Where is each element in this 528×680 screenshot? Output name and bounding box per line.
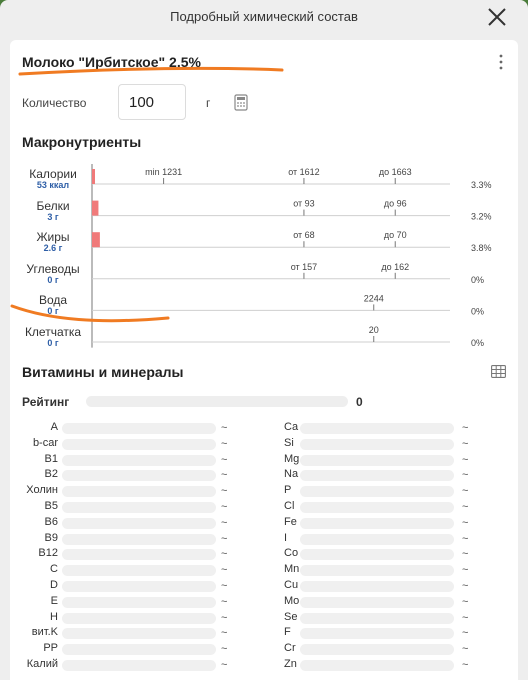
nutrient-value: ~ <box>462 580 469 592</box>
nutrient-value: ~ <box>462 453 469 466</box>
nutrient-row: Cr ~ <box>10 642 518 658</box>
nutrient-bar <box>300 565 454 577</box>
nutrient-value: ~ <box>462 659 469 671</box>
nutrient-value: ~ <box>462 485 469 498</box>
vitamins-title: Витамины и минералы <box>22 364 184 380</box>
macros-svg: min 1231 от 1612 до 1663 3.3% от 93 до 96 3.2%… <box>91 164 492 348</box>
macro-percent: 0% <box>471 338 484 348</box>
nutrient-value: ~ <box>462 422 469 434</box>
nutrient-bar <box>300 423 454 434</box>
macro-marker-label: до 70 <box>384 230 407 240</box>
nutrient-bar <box>300 438 454 450</box>
nutrient-value: ~ <box>462 564 469 577</box>
nutrition-modal: Подробный химический состав Молоко "Ирби… <box>0 0 528 680</box>
nutrient-value: ~ <box>462 611 469 624</box>
nutrient-bar <box>300 533 454 545</box>
nutrient-row: Cu ~ <box>10 579 518 595</box>
nutrient-value: ~ <box>462 627 469 640</box>
nutrient-row: Na ~ <box>10 468 518 484</box>
macro-percent: 3.8% <box>471 243 492 253</box>
macro-marker-label: от 93 <box>293 199 314 209</box>
nutrient-row: P ~ <box>10 484 518 500</box>
nutrient-bar <box>300 660 454 671</box>
nutrient-row: Mn ~ <box>10 563 518 579</box>
macro-percent: 3.2% <box>471 212 492 222</box>
nutrient-row: Mo ~ <box>10 595 518 611</box>
nutrient-row: I ~ <box>10 532 518 548</box>
nutrient-row: Fe ~ <box>10 516 518 532</box>
modal-header: Подробный химический состав <box>0 0 528 36</box>
macro-percent: 3.3% <box>471 180 492 190</box>
nutrient-bar <box>300 628 454 640</box>
macro-marker-label: от 68 <box>293 230 314 240</box>
nutrient-bar <box>300 486 454 498</box>
modal-title: Подробный химический состав <box>170 9 358 24</box>
macro-marker-label: min 1231 <box>145 167 182 177</box>
macro-bar <box>92 169 95 184</box>
nutrient-row: Co ~ <box>10 547 518 563</box>
table-icon[interactable] <box>491 365 506 378</box>
composition-card: Молоко "Ирбитское" 2.5% Количество г Мак… <box>10 40 518 680</box>
nutrient-bar <box>300 581 454 592</box>
nutrient-row: F ~ <box>10 626 518 642</box>
nutrient-bar <box>300 596 454 608</box>
nutrient-bar <box>300 644 454 656</box>
nutrient-row: Ca ~ <box>10 421 518 437</box>
nutrient-bar <box>300 517 454 529</box>
nutrient-bar <box>300 470 454 482</box>
rating-value: 0 <box>356 395 363 409</box>
close-icon[interactable] <box>486 6 508 28</box>
macro-marker-label: от 1612 <box>288 167 319 177</box>
nutrient-row: Se ~ <box>10 611 518 627</box>
macro-marker-label: 2244 <box>364 293 384 303</box>
nutrient-bar <box>300 454 454 466</box>
macro-marker-label: до 96 <box>384 199 407 209</box>
macro-bar <box>92 232 100 248</box>
nutrient-value: ~ <box>462 532 469 545</box>
rating-bar <box>86 396 348 407</box>
nutrient-bar <box>300 549 454 561</box>
nutrient-value: ~ <box>462 501 469 513</box>
macro-percent: 0% <box>471 275 484 285</box>
macro-bar <box>92 200 99 216</box>
nutrient-value: ~ <box>462 548 469 561</box>
rating-label: Рейтинг <box>22 395 70 409</box>
nutrient-bar <box>300 612 454 624</box>
nutrient-row: Si ~ <box>10 437 518 453</box>
nutrient-value: ~ <box>462 516 469 529</box>
macro-marker-label: от 157 <box>291 262 317 272</box>
macro-marker-label: до 162 <box>381 262 409 272</box>
nutrient-value: ~ <box>462 595 469 608</box>
macro-percent: 0% <box>471 306 484 316</box>
macro-marker-label: 20 <box>369 325 379 335</box>
nutrient-row: Zn ~ <box>10 658 518 674</box>
nutrient-value: ~ <box>462 469 469 482</box>
nutrient-row: Mg ~ <box>10 453 518 469</box>
nutrient-bar <box>300 502 454 513</box>
nutrient-row: Cl ~ <box>10 500 518 516</box>
nutrient-value: ~ <box>462 643 469 656</box>
nutrient-value: ~ <box>462 437 469 450</box>
macro-marker-label: до 1663 <box>379 167 412 177</box>
